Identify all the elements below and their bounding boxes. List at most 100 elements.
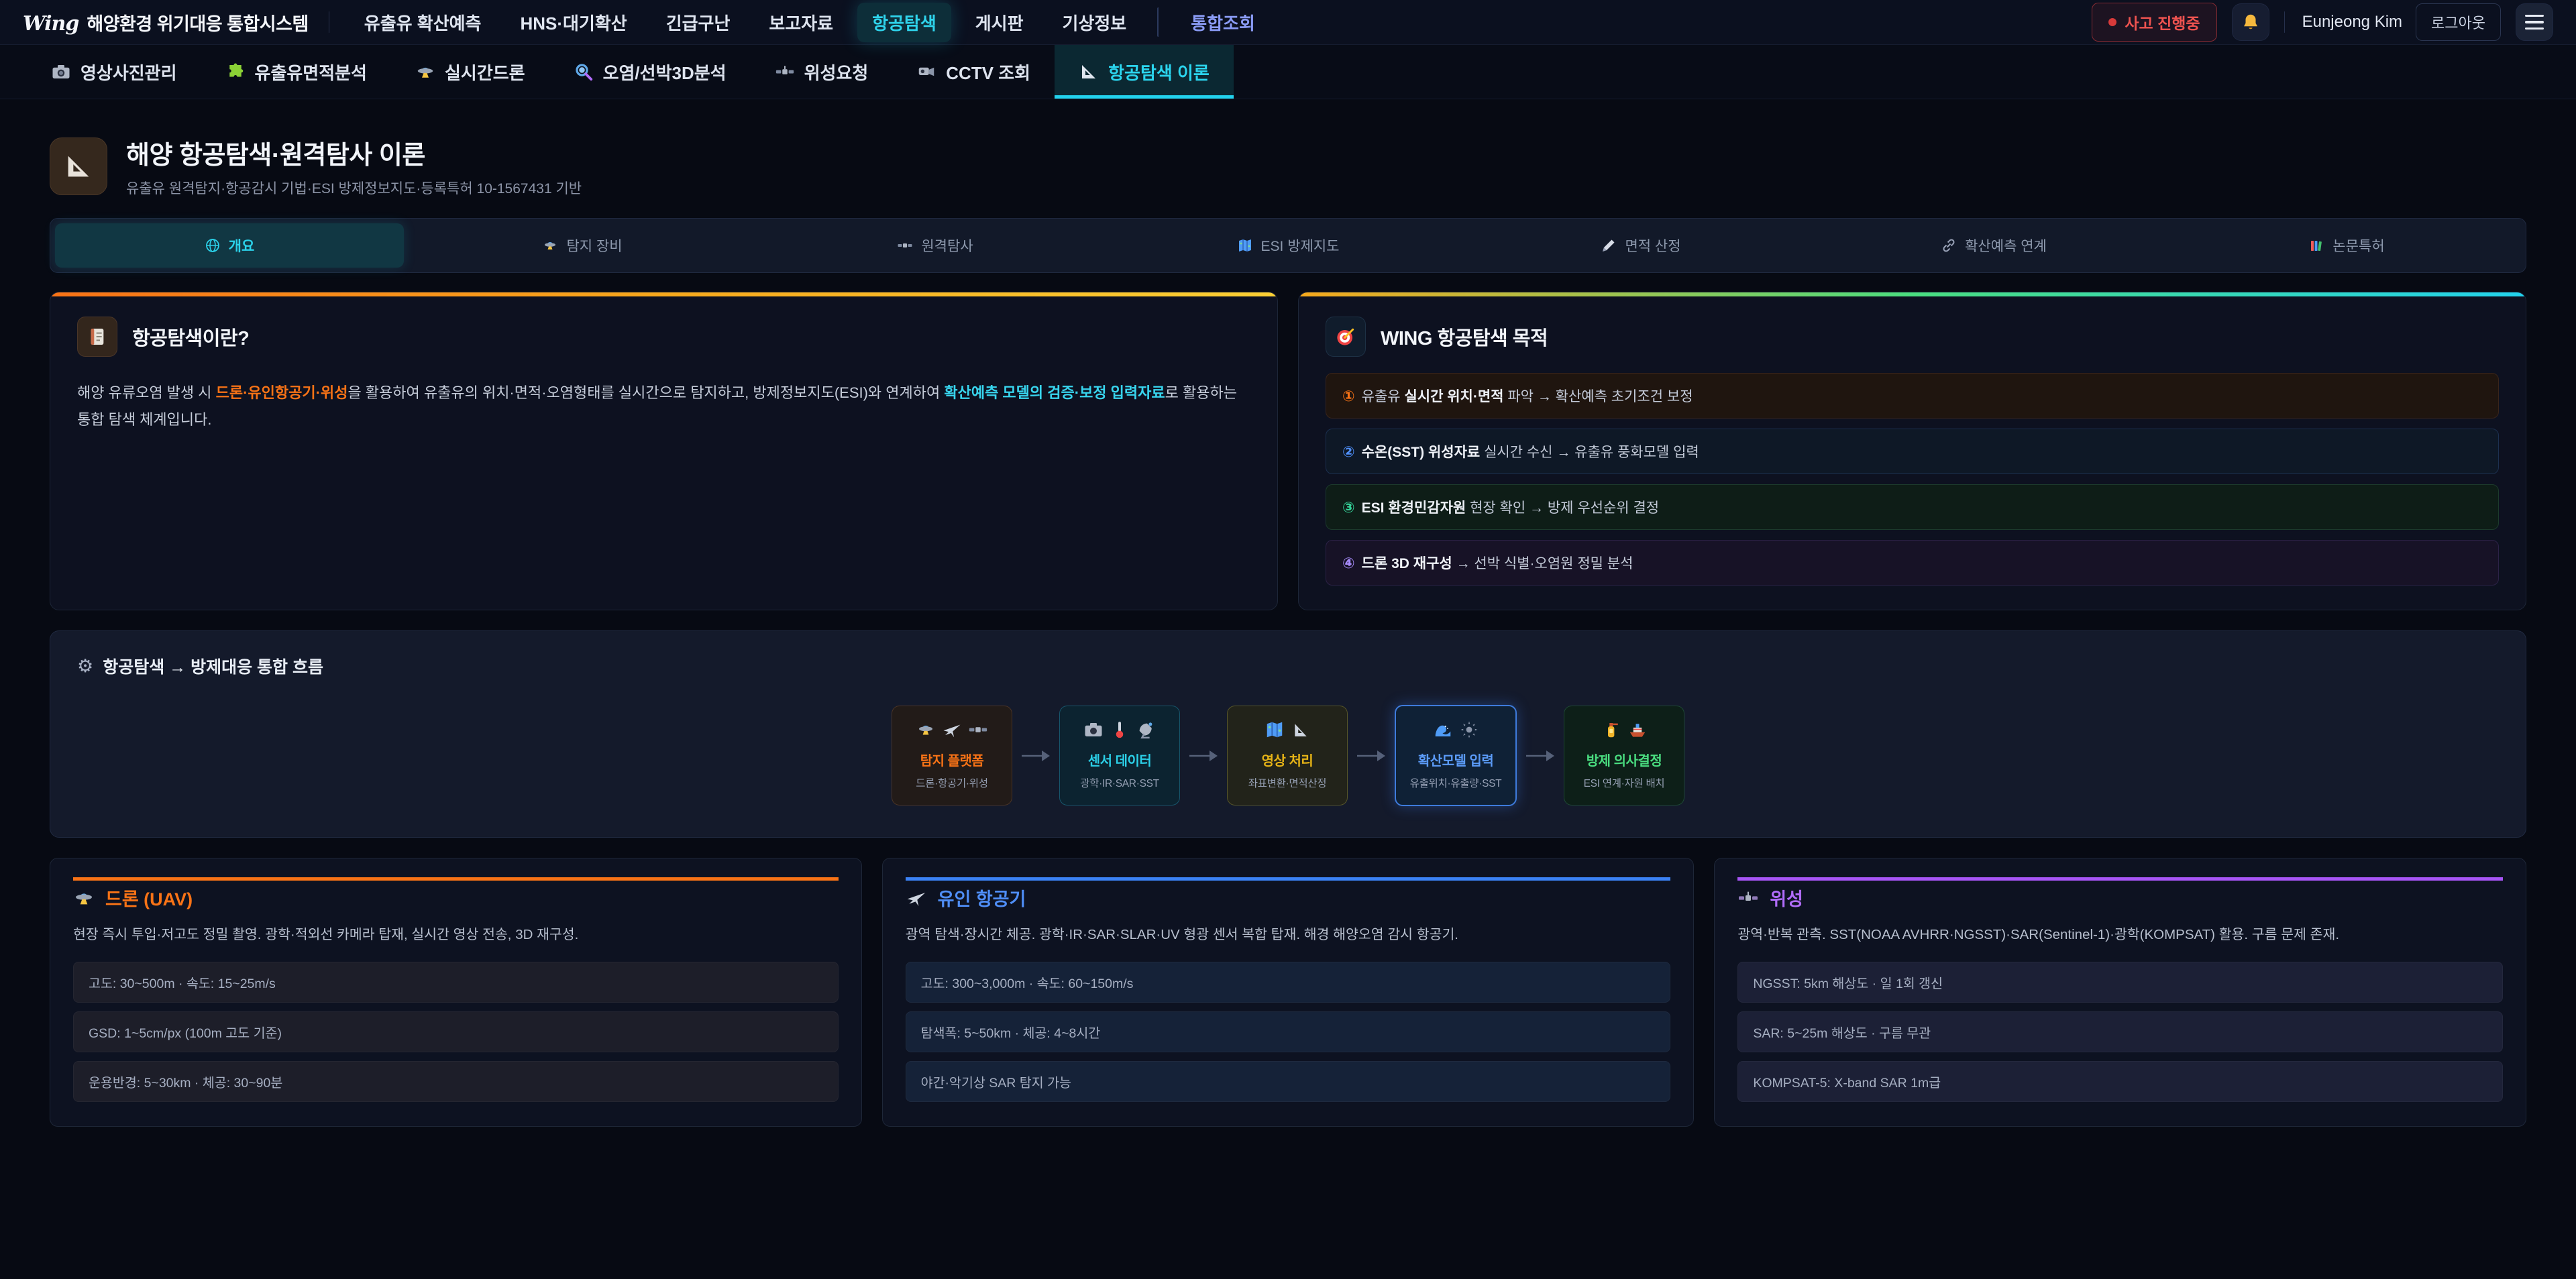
ledger-icon-tile <box>77 317 117 357</box>
camera-icon <box>1083 720 1104 740</box>
purpose-item: ④드론 3D 재구성 → 선박 식별·오염원 정밀 분석 <box>1326 540 2499 586</box>
notification-bell-button[interactable] <box>2232 3 2269 41</box>
subnav-label: 위성요청 <box>804 60 869 85</box>
drone-card: 드론 (UAV) 현장 즉시 투입·저고도 정밀 촬영. 광학·적외선 카메라 … <box>50 858 862 1127</box>
tab-area-estimation[interactable]: 면적 산정 <box>1466 223 1815 268</box>
tab-papers-patents[interactable]: 논문특허 <box>2172 223 2521 268</box>
step-title: 방제 의사결정 <box>1571 750 1677 769</box>
spec-row: 고도: 300~3,000m · 속도: 60~150m/s <box>906 962 1671 1003</box>
subnav-item-realtime-drone[interactable]: 실시간드론 <box>391 45 549 99</box>
drone-icon <box>916 720 936 740</box>
flow-step-sensor-data: 센서 데이터 광학·IR·SAR·SST <box>1059 706 1180 805</box>
incident-status-badge: 사고 진행중 <box>2092 3 2216 42</box>
subnav-item-photo-management[interactable]: 영상사진관리 <box>27 45 201 99</box>
step-icons <box>1234 720 1340 740</box>
set-square-icon <box>1291 720 1311 740</box>
highlight-cyan: 확산예측 모델의 검증·보정 입력자료 <box>944 384 1165 401</box>
overview-cards-row: 항공탐색이란? 해양 유류오염 발생 시 드론·유인항공기·위성을 활용하여 유… <box>50 292 2526 610</box>
purpose-item: ③ESI 환경민감자원 현장 확인 → 방제 우선순위 결정 <box>1326 484 2499 530</box>
subnav-label: 유출유면적분석 <box>255 60 367 85</box>
subnav-label: 영상사진관리 <box>80 60 177 85</box>
nav-separator <box>1157 7 1160 37</box>
item-text: 실시간 수신 → 유출유 풍화모델 입력 <box>1480 445 1699 460</box>
nav-item-board[interactable]: 게시판 <box>961 3 1038 42</box>
flow-arrow-icon <box>1356 748 1387 764</box>
tab-remote-sensing[interactable]: 원격탐사 <box>761 223 1110 268</box>
flow-section-title: ⚙ 항공탐색 → 방제대응 통합 흐름 <box>77 654 2499 678</box>
flow-title-text: 항공탐색 → 방제대응 통합 흐름 <box>103 654 323 678</box>
body-text: 해양 유류오염 발생 시 <box>77 384 216 401</box>
purpose-list: ①유출유 실시간 위치·면적 파악 → 확산예측 초기조건 보정 ②수온(SST… <box>1326 373 2499 586</box>
step-title: 센서 데이터 <box>1067 750 1173 769</box>
app-root: Wing 해양환경 위기대응 통합시스템 유출유 확산예측 HNS·대기확산 긴… <box>0 0 2576 1279</box>
step-title: 영상 처리 <box>1234 750 1340 769</box>
step-title: 확산모델 입력 <box>1403 750 1509 769</box>
accent-bar <box>1737 877 2503 881</box>
subnav-item-satellite-request[interactable]: 위성요청 <box>751 45 893 99</box>
manned-aircraft-card-desc: 광역 탐색·장시간 체공. 광학·IR·SAR·SLAR·UV 형광 센서 복합… <box>906 924 1671 946</box>
spec-row: 고도: 30~500m · 속도: 15~25m/s <box>73 962 839 1003</box>
map-icon <box>1237 237 1253 254</box>
flow-arrow-icon <box>1020 748 1051 764</box>
fire-extinguisher-icon <box>1601 720 1621 740</box>
tab-label: ESI 방제지도 <box>1261 235 1340 256</box>
purpose-card-header: WING 항공탐색 목적 <box>1326 317 2499 357</box>
nav-item-integrated-search[interactable]: 통합조회 <box>1176 3 1270 42</box>
purpose-item: ①유출유 실시간 위치·면적 파악 → 확산예측 초기조건 보정 <box>1326 373 2499 419</box>
subnav-item-oil-area-analysis[interactable]: 유출유면적분석 <box>201 45 391 99</box>
tab-label: 논문특허 <box>2332 235 2384 256</box>
flow-step-response-decision: 방제 의사결정 ESI 연계·자원 배치 <box>1564 706 1684 805</box>
hamburger-menu-button[interactable] <box>2516 3 2553 41</box>
tab-overview[interactable]: 개요 <box>55 223 404 268</box>
tab-detection-equipment[interactable]: 탐지 장비 <box>408 223 757 268</box>
thermometer-icon <box>1110 720 1130 740</box>
satellite-card-desc: 광역·반복 관측. SST(NOAA AVHRR·NGSST)·SAR(Sent… <box>1737 924 2503 946</box>
drone-icon <box>73 887 95 909</box>
map-icon <box>1265 720 1285 740</box>
satellite-dish-icon <box>1136 720 1156 740</box>
spec-row: GSD: 1~5cm/px (100m 고도 기준) <box>73 1011 839 1052</box>
subnav-label: 실시간드론 <box>445 60 525 85</box>
brand: Wing 해양환경 위기대응 통합시스템 <box>23 9 309 36</box>
nav-item-rescue[interactable]: 긴급구난 <box>651 3 745 42</box>
step-subtitle: 좌표변환·면적산정 <box>1234 775 1340 790</box>
logout-button[interactable]: 로그아웃 <box>2416 3 2501 41</box>
nav-item-hns[interactable]: HNS·대기확산 <box>505 3 641 42</box>
purpose-item: ②수온(SST) 위성자료 실시간 수신 → 유출유 풍화모델 입력 <box>1326 429 2499 474</box>
subnav-label: 항공탐색 이론 <box>1108 60 1210 85</box>
about-card-title: 항공탐색이란? <box>132 323 249 351</box>
spec-row: 탐색폭: 5~50km · 체공: 4~8시간 <box>906 1011 1671 1052</box>
satellite-icon <box>968 720 988 740</box>
nav-item-aerial-search[interactable]: 항공탐색 <box>857 3 951 42</box>
tab-label: 탐지 장비 <box>566 235 622 256</box>
item-bold-text: ESI 환경민감자원 <box>1362 500 1466 516</box>
spec-row: 운용반경: 5~30km · 체공: 30~90분 <box>73 1061 839 1102</box>
divider <box>2284 11 2285 33</box>
puzzle-icon <box>225 62 246 82</box>
nav-item-spill-forecast[interactable]: 유출유 확산예측 <box>350 3 496 42</box>
tab-forecast-link[interactable]: 확산예측 연계 <box>1819 223 2168 268</box>
step-icons <box>1067 720 1173 740</box>
sub-nav: 영상사진관리 유출유면적분석 실시간드론 오염/선박3D분석 위성요청 CCTV… <box>0 45 2576 99</box>
accent-bar <box>73 877 839 881</box>
subnav-item-cctv[interactable]: CCTV 조회 <box>892 45 1055 99</box>
set-square-icon <box>1079 62 1099 82</box>
tab-esi-map[interactable]: ESI 방제지도 <box>1114 223 1462 268</box>
item-number: ③ <box>1342 499 1355 516</box>
nav-item-reports[interactable]: 보고자료 <box>754 3 848 42</box>
main-content: 해양 항공탐색·원격탐사 이론 유출유 원격탐지·항공감시 기법·ESI 방제정… <box>0 134 2576 1167</box>
item-text: → 선박 식별·오염원 정밀 분석 <box>1452 556 1633 571</box>
step-subtitle: ESI 연계·자원 배치 <box>1571 775 1677 790</box>
subnav-item-pollution-3d-analysis[interactable]: 오염/선박3D분석 <box>549 45 751 99</box>
step-icons <box>899 720 1005 740</box>
nav-item-weather[interactable]: 기상정보 <box>1048 3 1142 42</box>
subnav-item-aerial-theory[interactable]: 항공탐색 이론 <box>1055 45 1234 99</box>
wave-icon <box>1433 720 1453 740</box>
spec-row: 야간·악기상 SAR 탐지 가능 <box>906 1061 1671 1102</box>
bell-icon <box>2241 12 2261 32</box>
user-name: Eunjeong Kim <box>2302 13 2402 32</box>
drone-icon <box>542 237 558 254</box>
brand-title: 해양환경 위기대응 통합시스템 <box>87 9 308 36</box>
set-square-icon <box>63 151 94 182</box>
item-number: ② <box>1342 443 1355 460</box>
